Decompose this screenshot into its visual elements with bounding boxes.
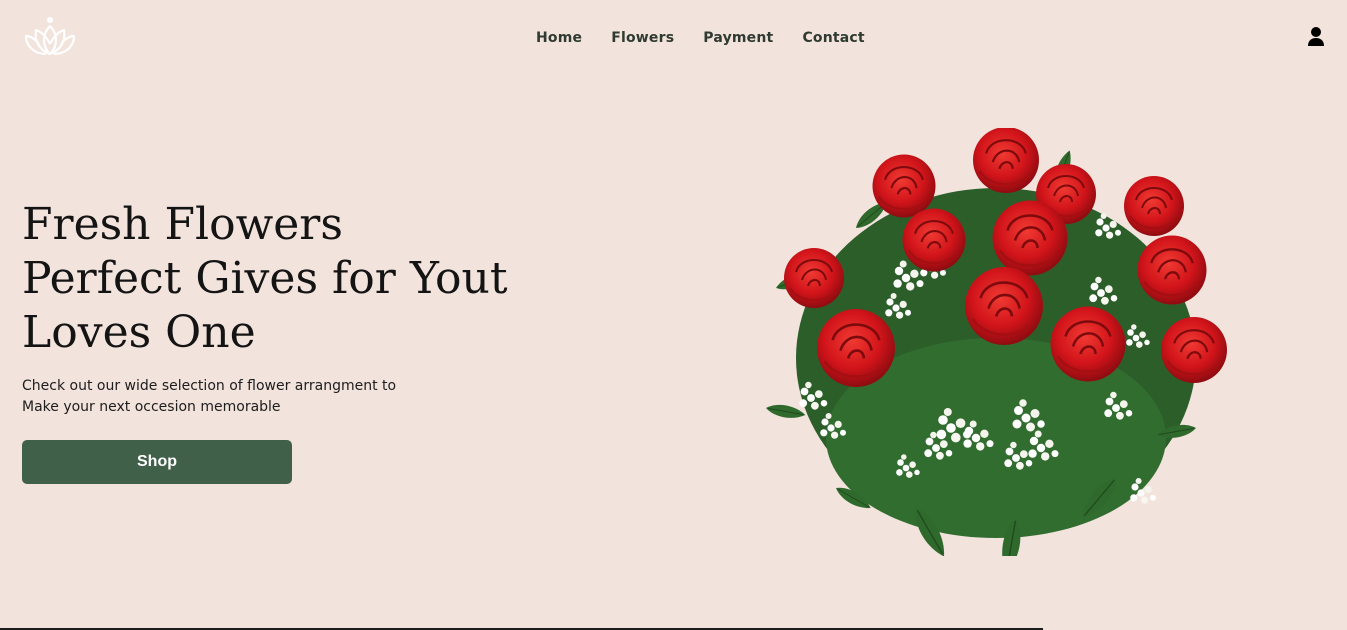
lotus-logo-icon[interactable] [22, 14, 78, 58]
hero-title-line-1: Fresh Flowers [22, 199, 343, 250]
hero-subtitle-line-2: Make your next occesion memorable [22, 399, 281, 415]
nav-home[interactable]: Home [536, 30, 582, 46]
shop-button[interactable]: Shop [22, 440, 292, 484]
nav-payment[interactable]: Payment [703, 30, 773, 46]
main-nav: Home Flowers Payment Contact [536, 30, 865, 46]
user-icon[interactable] [1307, 26, 1325, 48]
nav-contact[interactable]: Contact [802, 30, 864, 46]
hero-title-line-3: Loves One [22, 307, 256, 358]
nav-flowers[interactable]: Flowers [611, 30, 674, 46]
hero-subtitle: Check out our wide selection of flower a… [22, 376, 396, 418]
red-roses-bouquet-image [756, 125, 1238, 576]
hero-subtitle-line-1: Check out our wide selection of flower a… [22, 378, 397, 394]
hero-title: Fresh Flowers Perfect Gives for Yout Lov… [22, 198, 508, 360]
hero-title-line-2: Perfect Gives for Yout [22, 253, 508, 304]
